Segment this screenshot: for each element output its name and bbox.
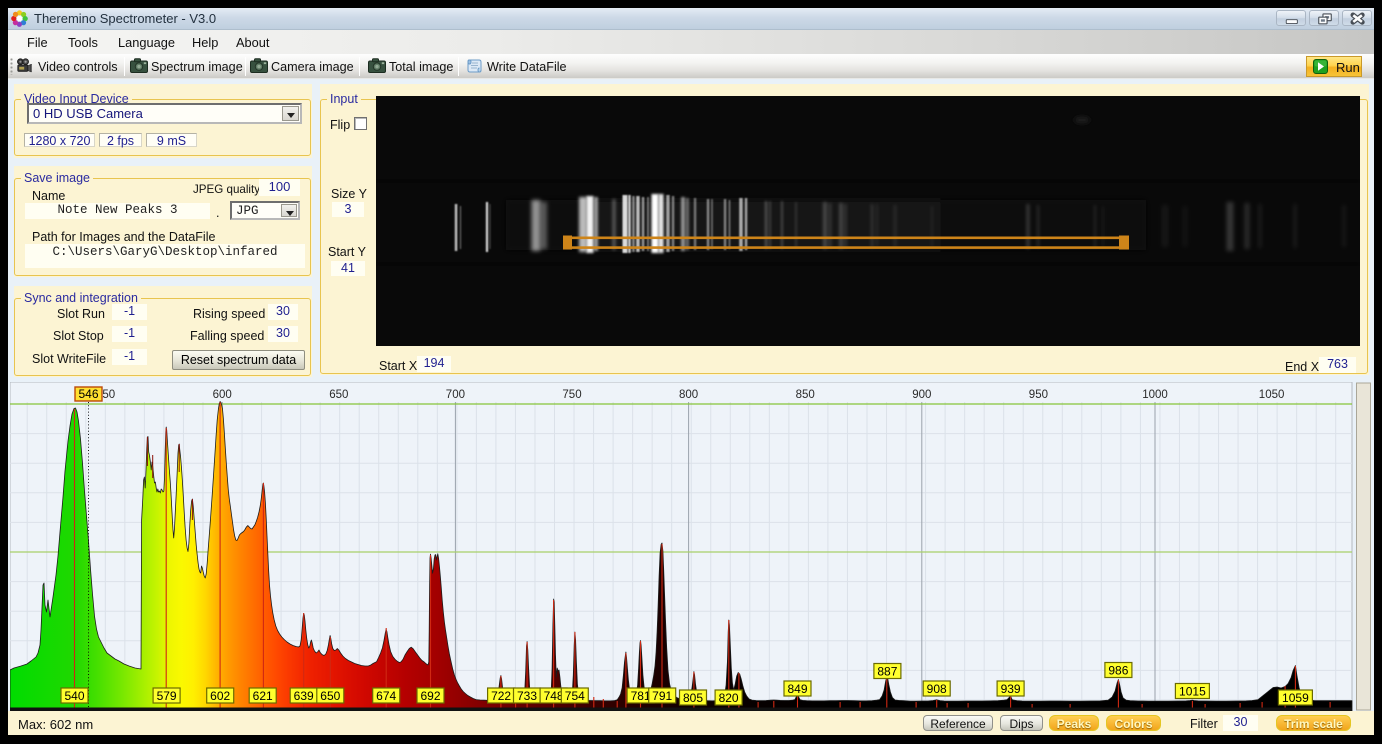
svg-text:939: 939	[1001, 682, 1021, 696]
svg-text:800: 800	[679, 389, 698, 401]
svg-text:850: 850	[796, 389, 815, 401]
svg-text:950: 950	[1029, 389, 1048, 401]
svg-text:722: 722	[491, 689, 511, 703]
svg-text:546: 546	[78, 387, 98, 401]
svg-text:986: 986	[1108, 663, 1128, 677]
svg-text:887: 887	[877, 664, 897, 678]
svg-text:692: 692	[420, 689, 440, 703]
svg-text:700: 700	[446, 389, 465, 401]
svg-text:820: 820	[719, 691, 739, 705]
svg-text:1015: 1015	[1179, 684, 1206, 698]
svg-text:750: 750	[562, 389, 581, 401]
svg-text:805: 805	[683, 691, 703, 705]
svg-text:600: 600	[213, 389, 232, 401]
svg-text:674: 674	[376, 689, 396, 703]
svg-text:1059: 1059	[1282, 691, 1309, 705]
svg-text:639: 639	[294, 689, 314, 703]
svg-text:579: 579	[157, 689, 177, 703]
svg-text:733: 733	[517, 689, 537, 703]
svg-text:650: 650	[329, 389, 348, 401]
svg-text:602: 602	[210, 689, 230, 703]
svg-text:781: 781	[631, 689, 651, 703]
svg-text:849: 849	[787, 682, 807, 696]
svg-text:1050: 1050	[1259, 389, 1285, 401]
svg-text:791: 791	[652, 689, 672, 703]
svg-text:754: 754	[565, 689, 585, 703]
svg-text:1000: 1000	[1142, 389, 1168, 401]
svg-text:908: 908	[927, 682, 947, 696]
svg-text:540: 540	[64, 689, 84, 703]
svg-text:650: 650	[320, 689, 340, 703]
svg-text:900: 900	[912, 389, 931, 401]
svg-text:621: 621	[253, 689, 273, 703]
